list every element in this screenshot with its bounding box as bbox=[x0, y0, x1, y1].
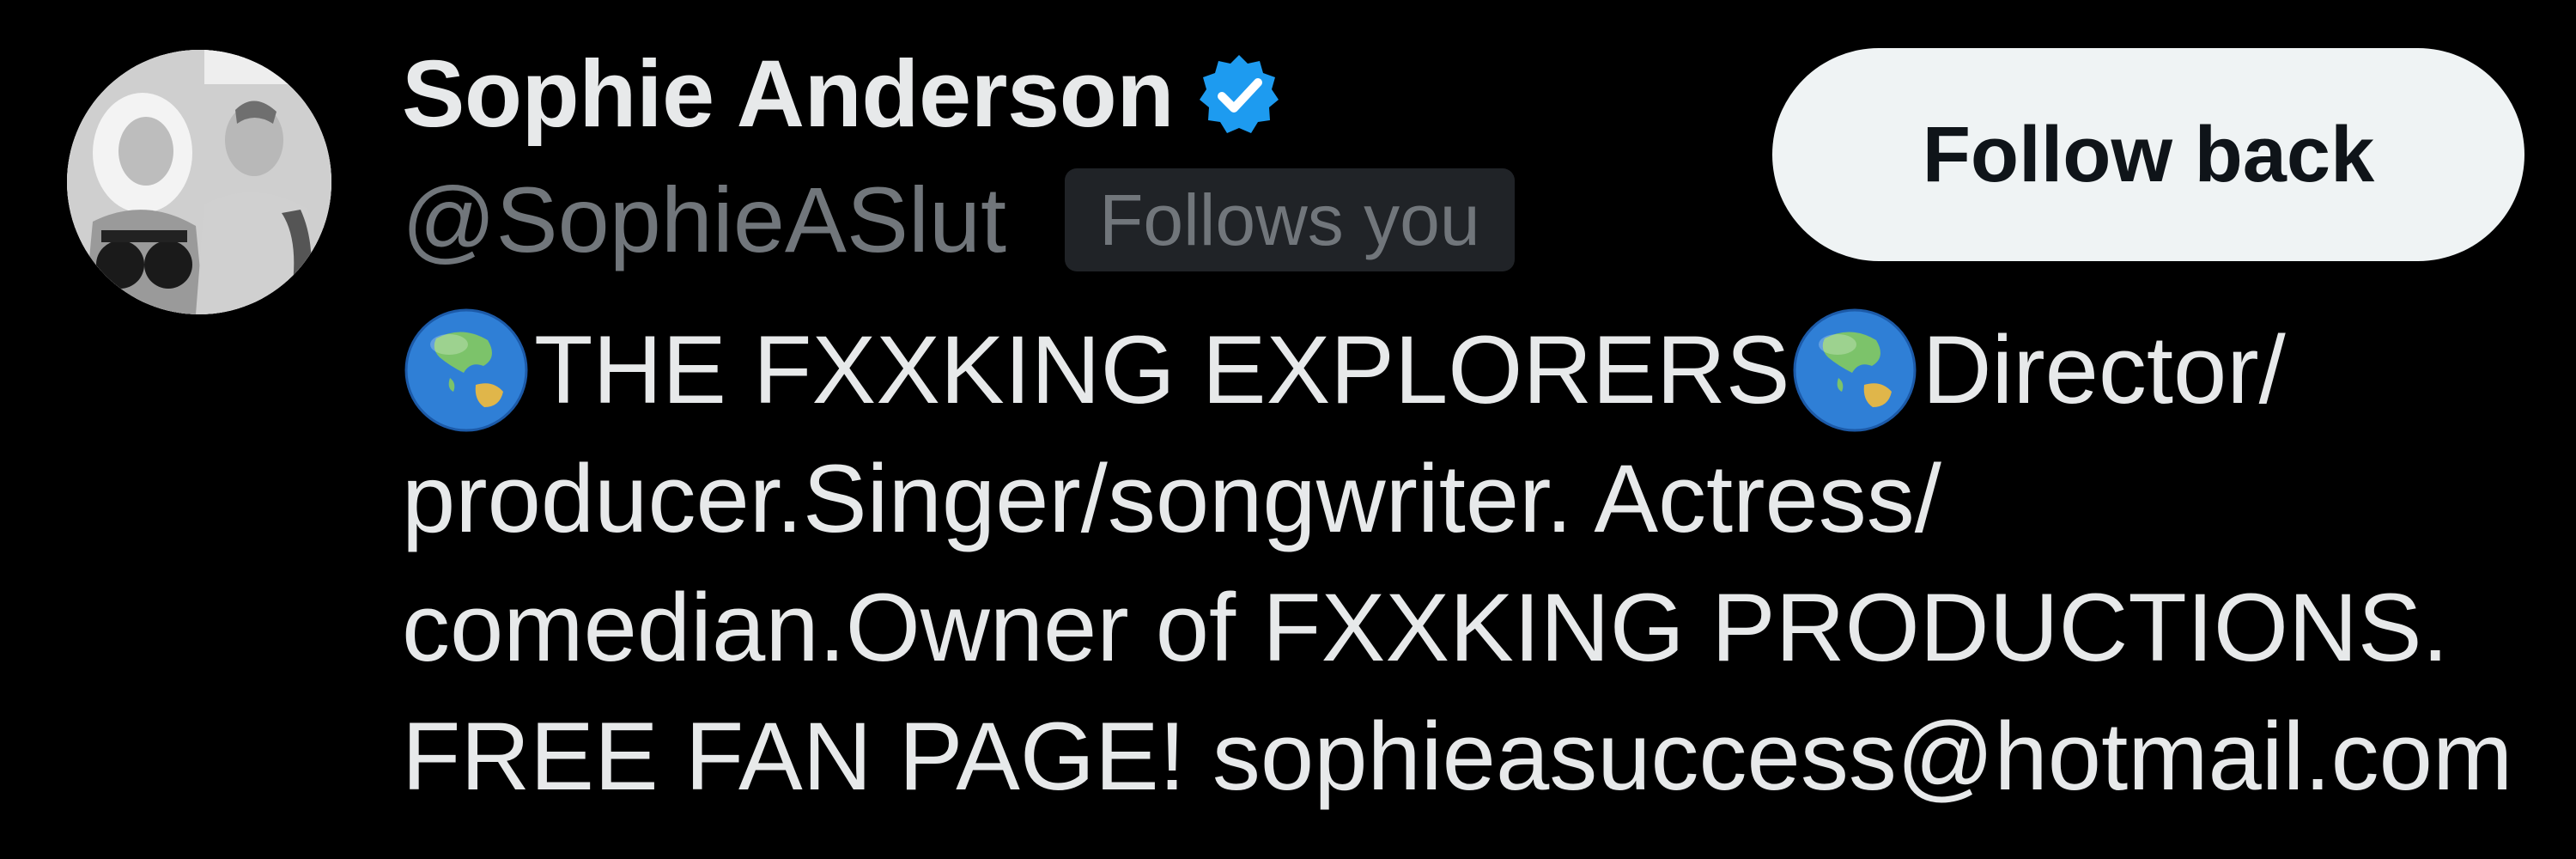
user-card[interactable]: Sophie Anderson @SophieASlut Follows you… bbox=[0, 0, 2576, 859]
bio-line-4: FREE FAN PAGE! sophieasuccess@hotmail.co… bbox=[402, 703, 2513, 810]
avatar[interactable] bbox=[67, 50, 331, 314]
bio-line-2: producer.Singer/songwriter. Actress/ bbox=[402, 445, 1941, 552]
handle-row: @SophieASlut Follows you bbox=[402, 160, 1515, 280]
avatar-photo bbox=[67, 50, 331, 314]
handle[interactable]: @SophieASlut bbox=[402, 174, 1006, 266]
bio-text-explorers: THE FXXKING EXPLORERS bbox=[534, 316, 1790, 423]
verified-badge-icon[interactable] bbox=[1196, 52, 1282, 137]
follow-back-button[interactable]: Follow back bbox=[1772, 48, 2524, 261]
follows-you-badge: Follows you bbox=[1065, 168, 1515, 271]
bio-line-1: THE FXXKING EXPLORERS Director/ bbox=[402, 306, 2549, 435]
display-name[interactable]: Sophie Anderson bbox=[402, 47, 1175, 142]
bio: THE FXXKING EXPLORERS Director/ producer… bbox=[402, 306, 2549, 821]
bio-text-director: Director/ bbox=[1922, 316, 2286, 423]
bio-line-3: comedian.Owner of FXXKING PRODUCTIONS. bbox=[402, 574, 2449, 681]
name-row: Sophie Anderson bbox=[402, 34, 1282, 155]
globe-asia-australia-icon bbox=[1790, 306, 1919, 435]
globe-asia-australia-icon bbox=[402, 306, 531, 435]
